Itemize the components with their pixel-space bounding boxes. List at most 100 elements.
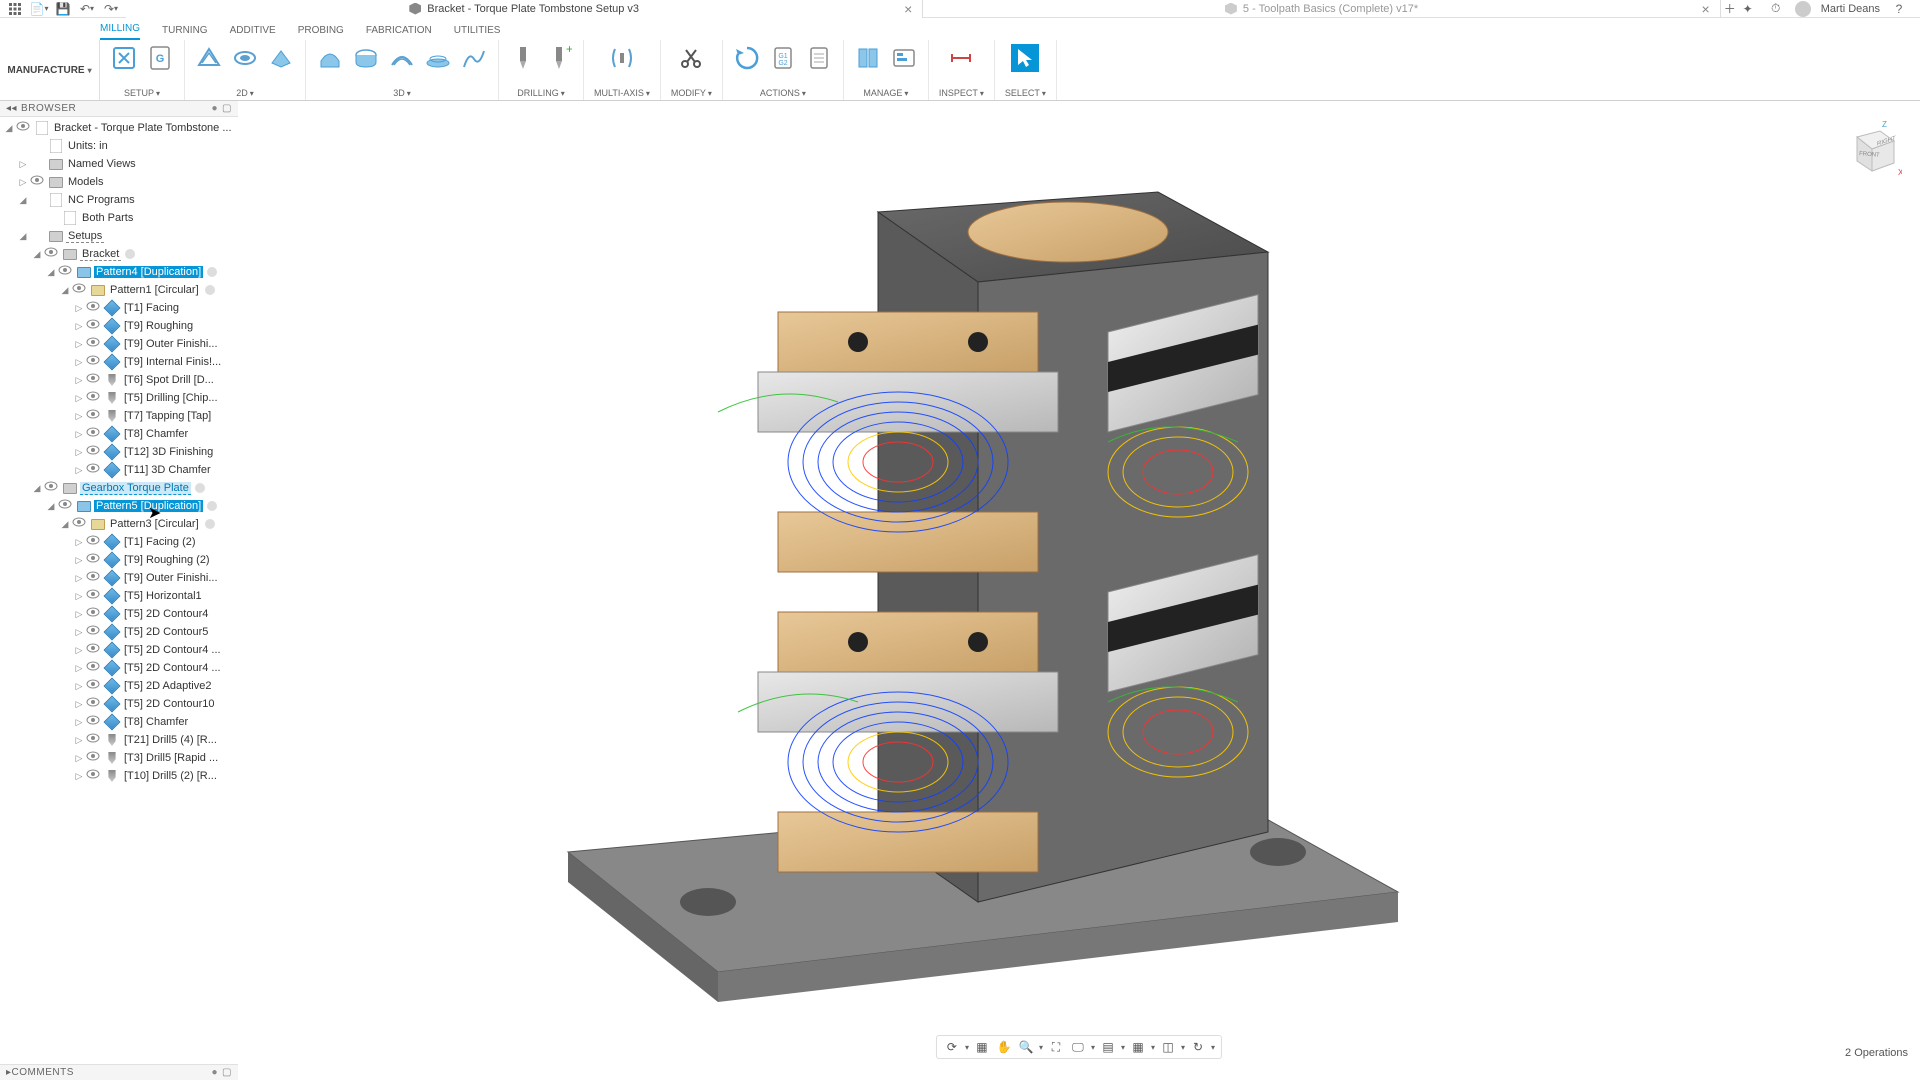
select-icon[interactable]: [1011, 44, 1039, 72]
twisty-icon[interactable]: ◢: [4, 123, 14, 134]
extensions-icon[interactable]: ✦: [1739, 0, 1757, 18]
visibility-icon[interactable]: [86, 319, 100, 333]
visibility-icon[interactable]: [86, 679, 100, 693]
twisty-icon[interactable]: ▷: [74, 717, 84, 728]
tree-setup-bracket[interactable]: ◢Bracket: [0, 245, 238, 263]
3d-adaptive-icon[interactable]: [316, 44, 344, 72]
redo-icon[interactable]: ↷▾: [102, 0, 120, 18]
viewports-icon[interactable]: ◫: [1159, 1038, 1177, 1056]
visibility-icon[interactable]: [86, 373, 100, 387]
tree-operation[interactable]: ▷[T8] Chamfer: [0, 425, 238, 443]
undo-icon[interactable]: ↶▾: [78, 0, 96, 18]
visibility-icon[interactable]: [86, 301, 100, 315]
workspace-selector[interactable]: MANUFACTURE▾: [0, 40, 100, 100]
2d-adaptive-icon[interactable]: [195, 44, 223, 72]
visibility-icon[interactable]: [86, 733, 100, 747]
tree-operation[interactable]: ▷[T7] Tapping [Tap]: [0, 407, 238, 425]
tree-operation[interactable]: ▷[T5] 2D Contour4 ...: [0, 641, 238, 659]
twisty-icon[interactable]: ▷: [74, 663, 84, 674]
2d-face-icon[interactable]: [267, 44, 295, 72]
ribbon-tab-probing[interactable]: PROBING: [298, 25, 344, 40]
tree-operation[interactable]: ▷[T6] Spot Drill [D...: [0, 371, 238, 389]
twisty-icon[interactable]: ▷: [74, 681, 84, 692]
twisty-icon[interactable]: ◢: [32, 249, 42, 260]
model-render[interactable]: [238, 101, 1920, 1063]
browser-tree[interactable]: ◢Bracket - Torque Plate Tombstone ...Uni…: [0, 117, 238, 1063]
viewport-3d[interactable]: Z X FRONT RIGHT ⟳▾ ▦ ✋ 🔍▾ ⛶ 🖵▾ ▤▾ ▦▾ ◫▾ …: [238, 101, 1920, 1063]
tree-operation[interactable]: ▷[T12] 3D Finishing: [0, 443, 238, 461]
grid-icon[interactable]: ▦: [1129, 1038, 1147, 1056]
ribbon-tab-utilities[interactable]: UTILITIES: [454, 25, 501, 40]
3d-horizontal-icon[interactable]: [424, 44, 452, 72]
panel-close-icon[interactable]: ▢: [222, 103, 232, 114]
panel-close-icon[interactable]: ▢: [222, 1067, 232, 1078]
visibility-icon[interactable]: [86, 409, 100, 423]
twisty-icon[interactable]: ▷: [74, 771, 84, 782]
visibility-icon[interactable]: [86, 391, 100, 405]
twisty-icon[interactable]: ▷: [74, 411, 84, 422]
document-tab-active[interactable]: Bracket - Torque Plate Tombstone Setup v…: [126, 0, 923, 18]
comments-header[interactable]: ▸ COMMENTS ●▢: [0, 1064, 238, 1080]
visibility-icon[interactable]: [86, 355, 100, 369]
tree-operation[interactable]: ▷[T9] Outer Finishi...: [0, 335, 238, 353]
tree-operation[interactable]: ▷[T5] 2D Adaptive2: [0, 677, 238, 695]
tree-root[interactable]: ◢Bracket - Torque Plate Tombstone ...: [0, 119, 238, 137]
tree-operation[interactable]: ▷[T5] Horizontal1: [0, 587, 238, 605]
twisty-icon[interactable]: ◢: [46, 501, 56, 512]
3d-contour-icon[interactable]: [460, 44, 488, 72]
twisty-icon[interactable]: ▷: [74, 735, 84, 746]
visibility-icon[interactable]: [86, 661, 100, 675]
tree-pattern3[interactable]: ◢Pattern3 [Circular]: [0, 515, 238, 533]
nc-program-icon[interactable]: G: [146, 44, 174, 72]
fit-icon[interactable]: ⛶: [1047, 1038, 1065, 1056]
orbit-icon[interactable]: ⟳: [943, 1038, 961, 1056]
twisty-icon[interactable]: ▷: [74, 321, 84, 332]
twisty-icon[interactable]: ◢: [18, 231, 28, 242]
tree-operation[interactable]: ▷[T3] Drill5 [Rapid ...: [0, 749, 238, 767]
task-manager-icon[interactable]: [890, 44, 918, 72]
visibility-icon[interactable]: [86, 571, 100, 585]
visibility-icon[interactable]: [86, 625, 100, 639]
visibility-icon[interactable]: [58, 265, 72, 279]
notifications-icon[interactable]: ⏱: [1767, 0, 1785, 18]
measure-icon[interactable]: [947, 44, 975, 72]
twisty-icon[interactable]: ◢: [18, 195, 28, 206]
panel-settings-icon[interactable]: ●: [212, 1067, 219, 1078]
tree-operation[interactable]: ▷[T9] Roughing: [0, 317, 238, 335]
tree-operation[interactable]: ▷[T1] Facing: [0, 299, 238, 317]
tree-operation[interactable]: ▷[T5] 2D Contour4 ...: [0, 659, 238, 677]
visibility-icon[interactable]: [86, 715, 100, 729]
visibility-icon[interactable]: [16, 121, 30, 135]
visual-style-icon[interactable]: ▤: [1099, 1038, 1117, 1056]
generate-icon[interactable]: [733, 44, 761, 72]
tree-pattern1[interactable]: ◢Pattern1 [Circular]: [0, 281, 238, 299]
visibility-icon[interactable]: [86, 697, 100, 711]
tree-operation[interactable]: ▷[T5] 2D Contour10: [0, 695, 238, 713]
twisty-icon[interactable]: ▷: [74, 447, 84, 458]
browser-header[interactable]: ◂◂ BROWSER ●▢: [0, 101, 238, 117]
pan-icon[interactable]: ✋: [995, 1038, 1013, 1056]
twisty-icon[interactable]: ▷: [74, 537, 84, 548]
tree-operation[interactable]: ▷[T5] 2D Contour5: [0, 623, 238, 641]
twisty-icon[interactable]: ▷: [74, 573, 84, 584]
display-style-icon[interactable]: 🖵: [1069, 1038, 1087, 1056]
twisty-icon[interactable]: ▷: [74, 429, 84, 440]
visibility-icon[interactable]: [86, 445, 100, 459]
visibility-icon[interactable]: [30, 175, 44, 189]
tree-operation[interactable]: ▷[T8] Chamfer: [0, 713, 238, 731]
tree-operation[interactable]: ▷[T21] Drill5 (4) [R...: [0, 731, 238, 749]
twisty-icon[interactable]: ▷: [74, 375, 84, 386]
tree-models[interactable]: ▷Models: [0, 173, 238, 191]
3d-pocket-icon[interactable]: [352, 44, 380, 72]
visibility-icon[interactable]: [44, 247, 58, 261]
panel-settings-icon[interactable]: ●: [212, 103, 219, 114]
multiaxis-swarf-icon[interactable]: [608, 44, 636, 72]
twisty-icon[interactable]: ◢: [32, 483, 42, 494]
ribbon-tab-additive[interactable]: ADDITIVE: [230, 25, 276, 40]
refresh-icon[interactable]: ↻: [1189, 1038, 1207, 1056]
tree-both-parts[interactable]: Both Parts: [0, 209, 238, 227]
save-icon[interactable]: 💾: [54, 0, 72, 18]
trim-toolpath-icon[interactable]: [677, 44, 705, 72]
tree-operation[interactable]: ▷[T5] 2D Contour4: [0, 605, 238, 623]
zoom-icon[interactable]: 🔍: [1017, 1038, 1035, 1056]
